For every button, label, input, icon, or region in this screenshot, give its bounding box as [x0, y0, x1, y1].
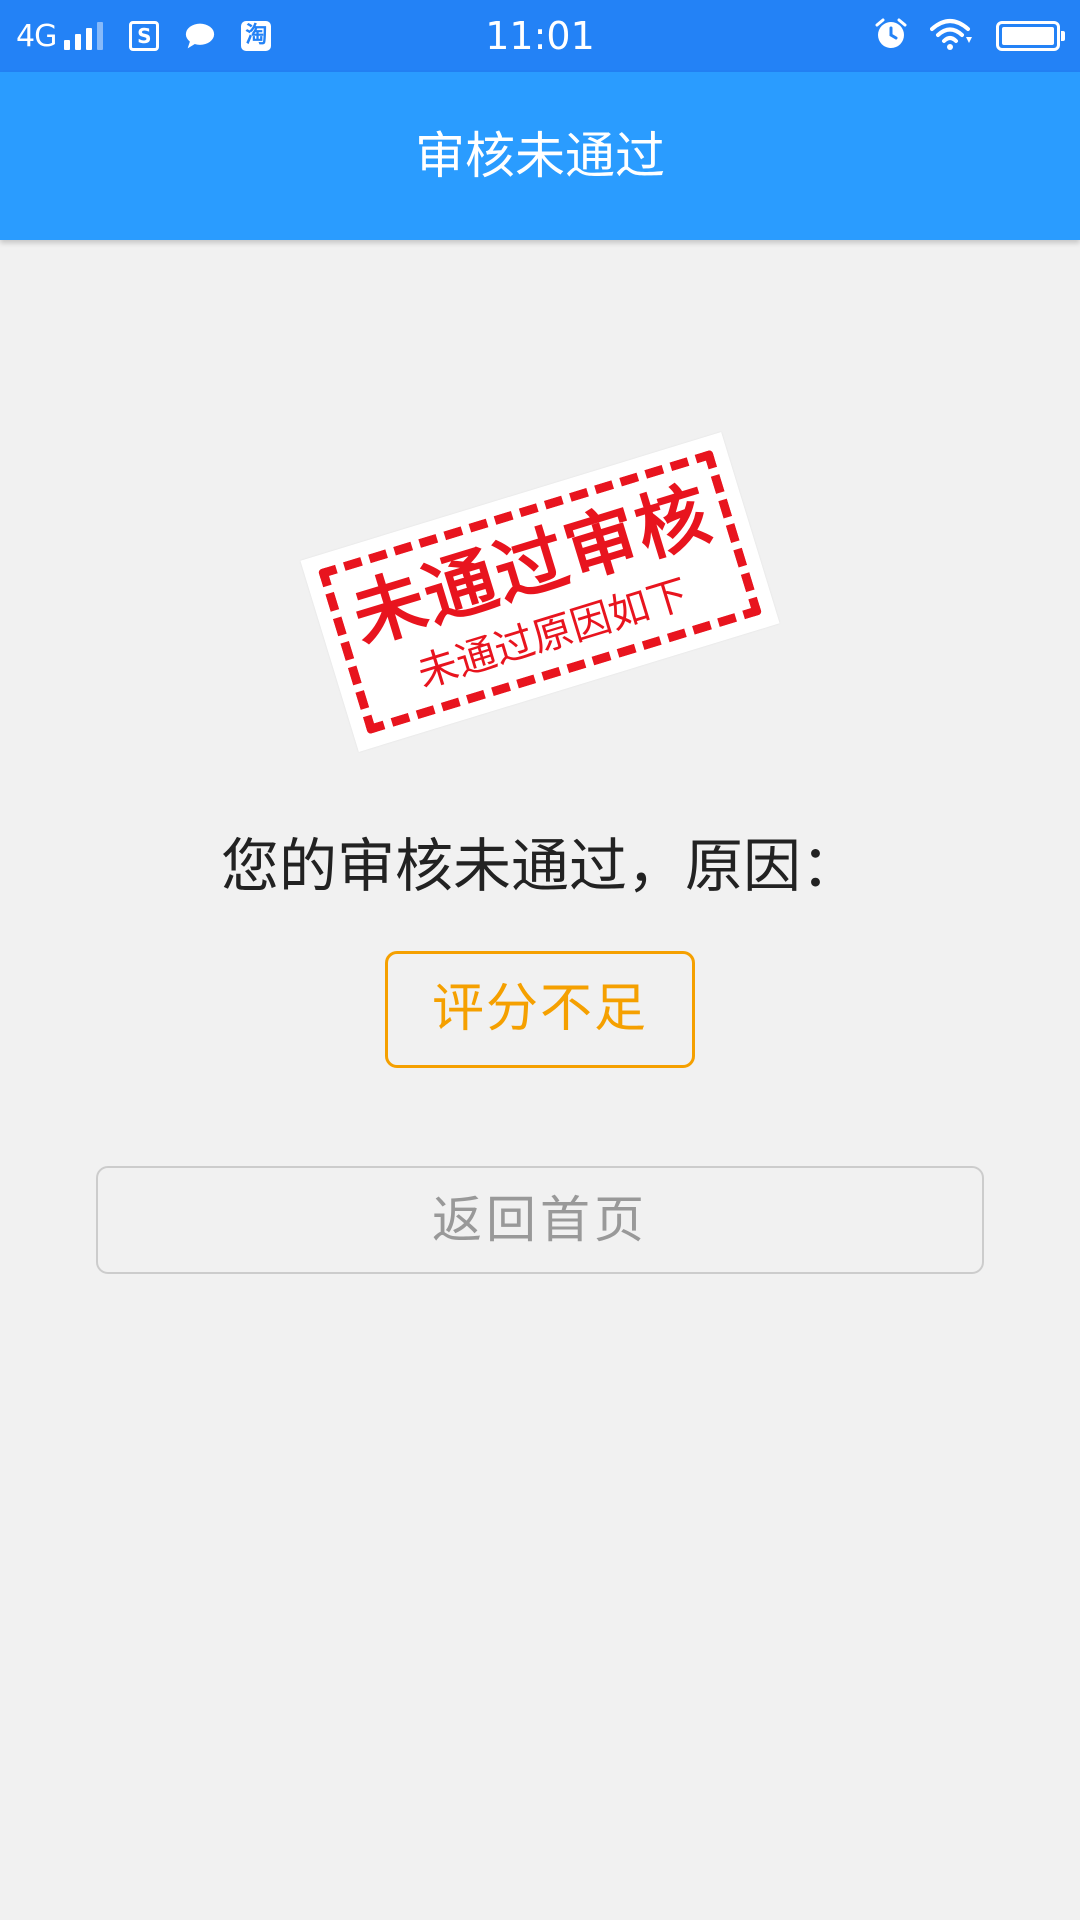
page-title: 审核未通过 [415, 127, 665, 185]
battery-icon [996, 21, 1065, 51]
stamp-card: 未通过审核 未通过原因如下 [300, 432, 780, 752]
battery-level [1002, 27, 1054, 45]
alarm-icon [874, 17, 908, 55]
title-bar: 审核未通过 [0, 72, 1080, 240]
wifi-icon [930, 17, 974, 55]
return-home-button[interactable]: 返回首页 [96, 1166, 984, 1274]
rejection-reason-tag: 评分不足 [385, 951, 695, 1068]
rejection-reason-label: 您的审核未通过，原因： [220, 832, 859, 900]
status-right-group [874, 0, 1065, 72]
rejection-stamp-image: 未通过审核 未通过原因如下 [280, 432, 800, 752]
status-bar: 4G S 淘 11:01 [0, 0, 1080, 72]
